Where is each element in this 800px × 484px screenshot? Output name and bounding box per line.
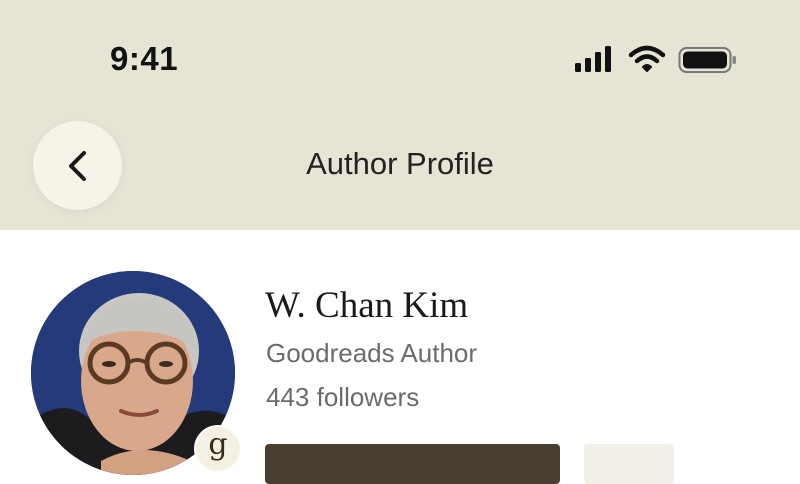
more-options-button[interactable] [584,444,674,484]
author-name: W. Chan Kim [265,285,469,326]
author-followers-count[interactable]: 443 followers [266,382,419,413]
top-header: 9:41 Author Profile [0,0,800,230]
wifi-icon [628,44,666,74]
status-time: 9:41 [110,40,179,77]
follow-author-button[interactable] [265,444,560,484]
battery-icon [678,46,738,74]
goodreads-author-badge-icon: g [194,425,242,473]
author-role: Goodreads Author [266,338,478,368]
cellular-signal-icon [574,44,614,74]
page-title: Author Profile [306,146,494,181]
